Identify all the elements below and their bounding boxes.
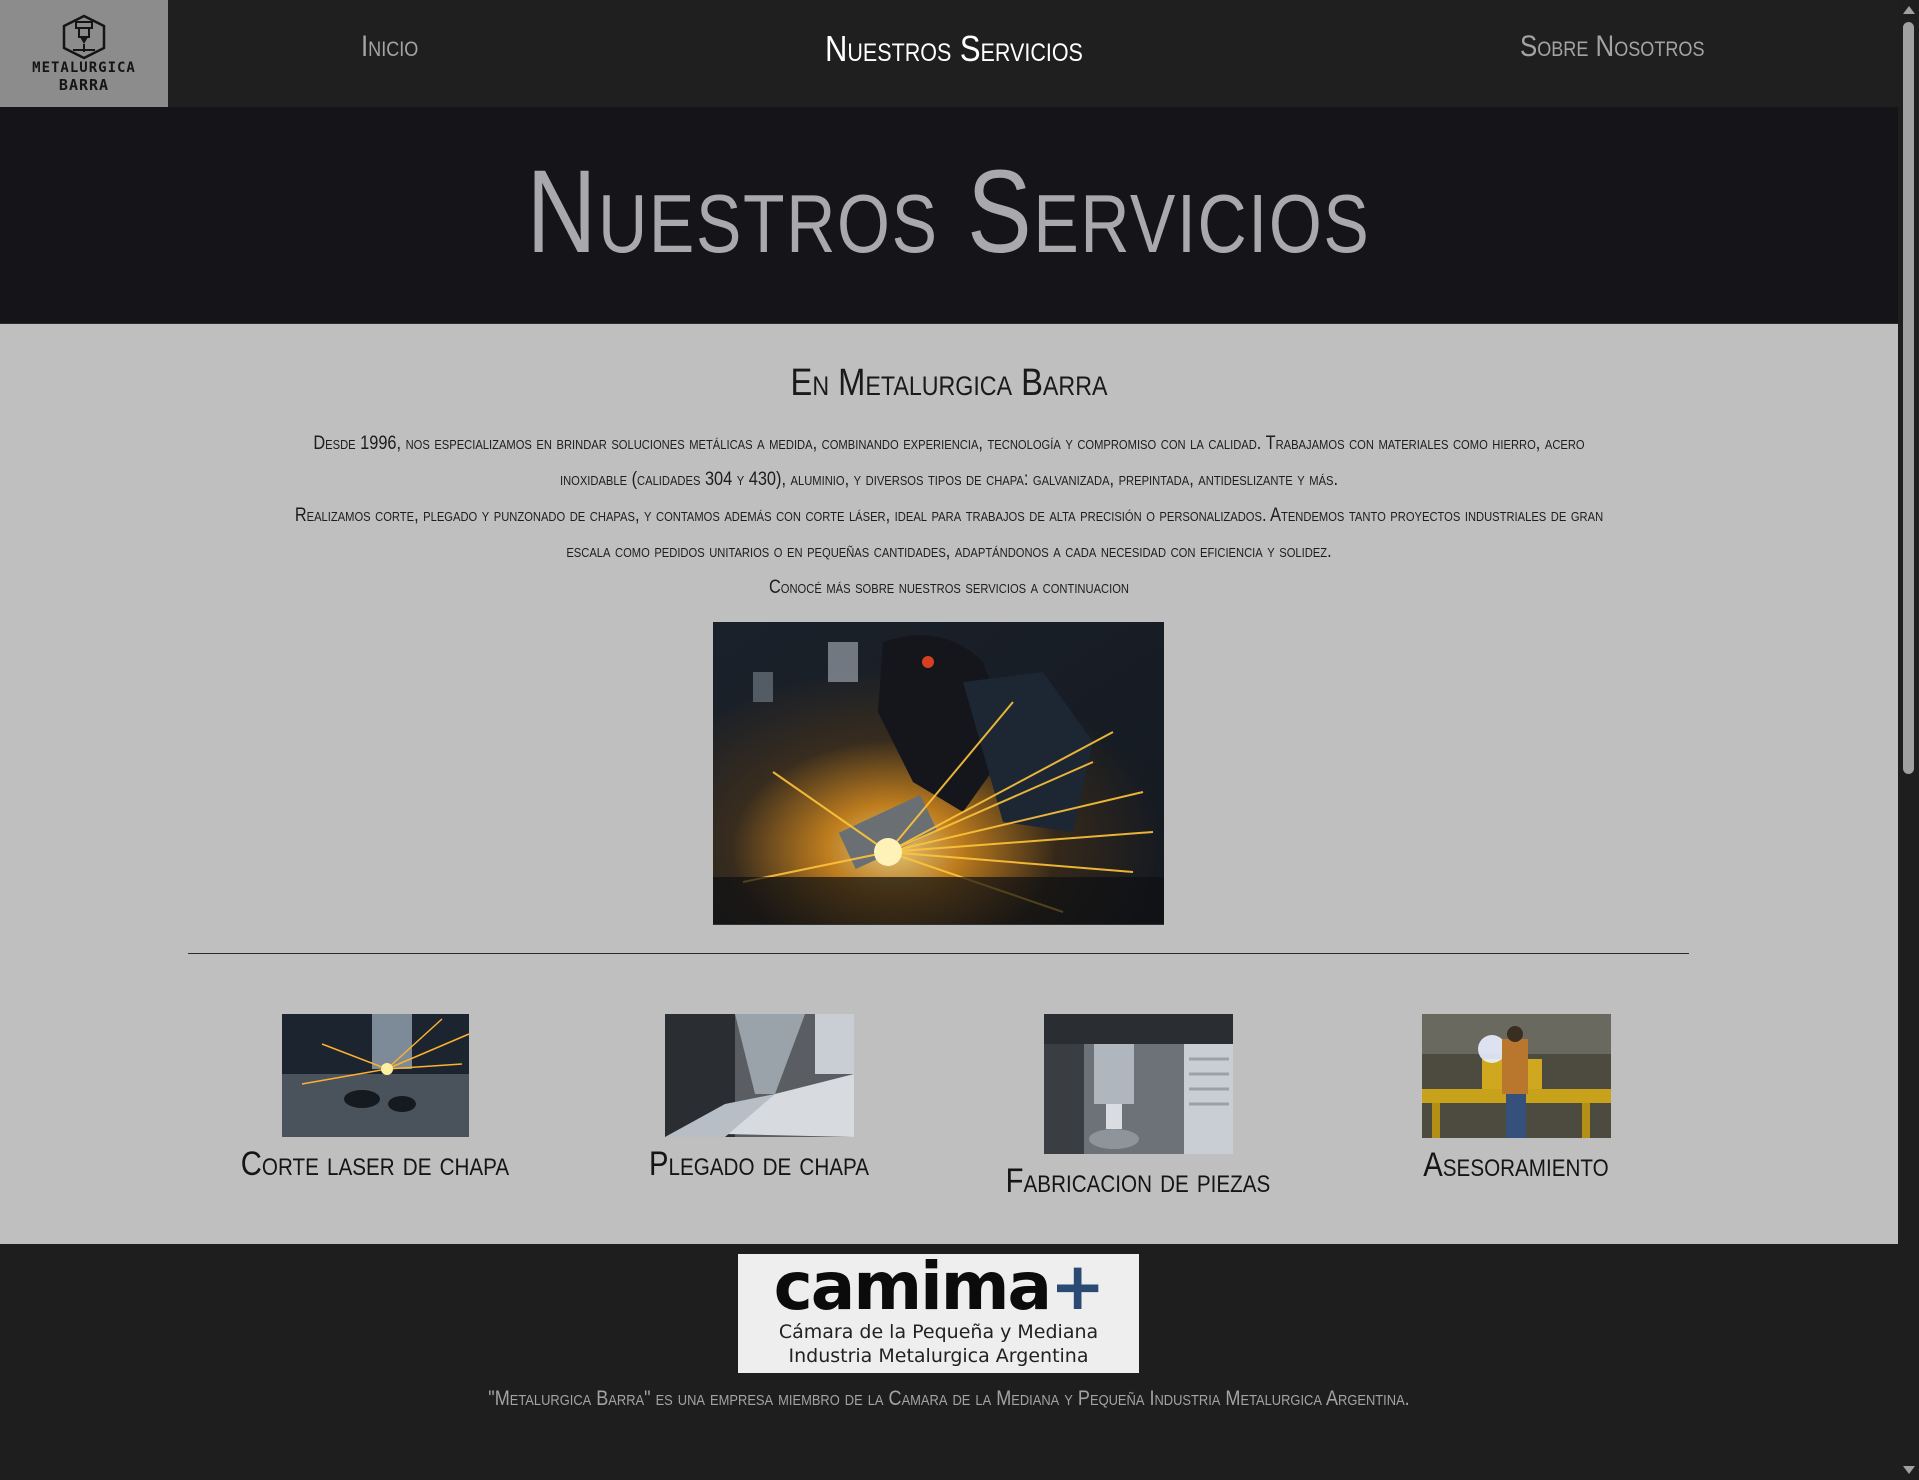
- page-title: Nuestros Servicios: [527, 146, 1371, 278]
- company-logo[interactable]: METALURGICA BARRA: [0, 0, 168, 107]
- section-divider: [188, 953, 1689, 954]
- service-card-corte-laser[interactable]: Corte laser de chapa: [210, 1014, 540, 1184]
- scrollbar-thumb[interactable]: [1903, 22, 1914, 774]
- scroll-up-arrow-icon[interactable]: [1903, 6, 1915, 14]
- intro-text: Desde 1996, nos especializamos en brinda…: [170, 426, 1728, 606]
- nav-link-nuestros-servicios[interactable]: Nuestros Servicios: [825, 28, 1083, 70]
- logo-text-line1: METALURGICA: [32, 59, 136, 76]
- camima-logo[interactable]: camima+ Cámara de la Pequeña y Mediana I…: [738, 1254, 1139, 1373]
- section-heading: En Metalurgica Barra: [790, 362, 1108, 404]
- laser-cutting-image: [281, 1014, 469, 1137]
- vertical-scrollbar[interactable]: [1898, 0, 1919, 1480]
- grinding-sparks-image: [713, 622, 1164, 925]
- laser-hex-icon: [62, 14, 106, 59]
- service-label: Fabricacion de piezas: [1005, 1162, 1271, 1200]
- logo-text-line2: BARRA: [58, 75, 110, 94]
- camima-subtitle-line2: Industria Metalurgica Argentina: [788, 1345, 1089, 1367]
- main-content: En Metalurgica Barra Desde 1996, nos esp…: [0, 324, 1898, 1244]
- camima-wordmark: camima+: [773, 1248, 1106, 1325]
- intro-paragraph: Desde 1996, nos especializamos en brinda…: [313, 433, 1585, 490]
- sheet-bending-image: [664, 1014, 854, 1137]
- service-card-plegado[interactable]: Plegado de chapa: [594, 1014, 924, 1184]
- service-label: Plegado de chapa: [648, 1145, 870, 1183]
- cnc-machine-image: [1043, 1014, 1233, 1154]
- service-label: Asesoramiento: [1423, 1146, 1609, 1184]
- top-nav: METALURGICA BARRA Inicio Nuestros Servic…: [0, 0, 1898, 107]
- scroll-down-arrow-icon[interactable]: [1903, 1466, 1915, 1474]
- footer-membership-text: "Metalurgica Barra" es una empresa miemb…: [488, 1387, 1410, 1410]
- nav-link-sobre-nosotros[interactable]: Sobre Nosotros: [1520, 30, 1705, 64]
- intro-paragraph: Conocé más sobre nuestros servicios a co…: [768, 577, 1129, 598]
- intro-paragraph: Realizamos corte, plegado y punzonado de…: [294, 505, 1604, 562]
- footer: camima+ Cámara de la Pequeña y Mediana I…: [0, 1244, 1898, 1480]
- nav-link-inicio[interactable]: Inicio: [361, 30, 418, 64]
- camima-subtitle-line1: Cámara de la Pequeña y Mediana: [778, 1321, 1099, 1343]
- service-card-asesoramiento[interactable]: Asesoramiento: [1351, 1014, 1681, 1185]
- hero-banner: Nuestros Servicios: [0, 107, 1898, 324]
- service-card-fabricacion[interactable]: Fabricacion de piezas: [973, 1014, 1303, 1201]
- service-label: Corte laser de chapa: [240, 1145, 510, 1183]
- welding-workshop-image: [1421, 1014, 1611, 1138]
